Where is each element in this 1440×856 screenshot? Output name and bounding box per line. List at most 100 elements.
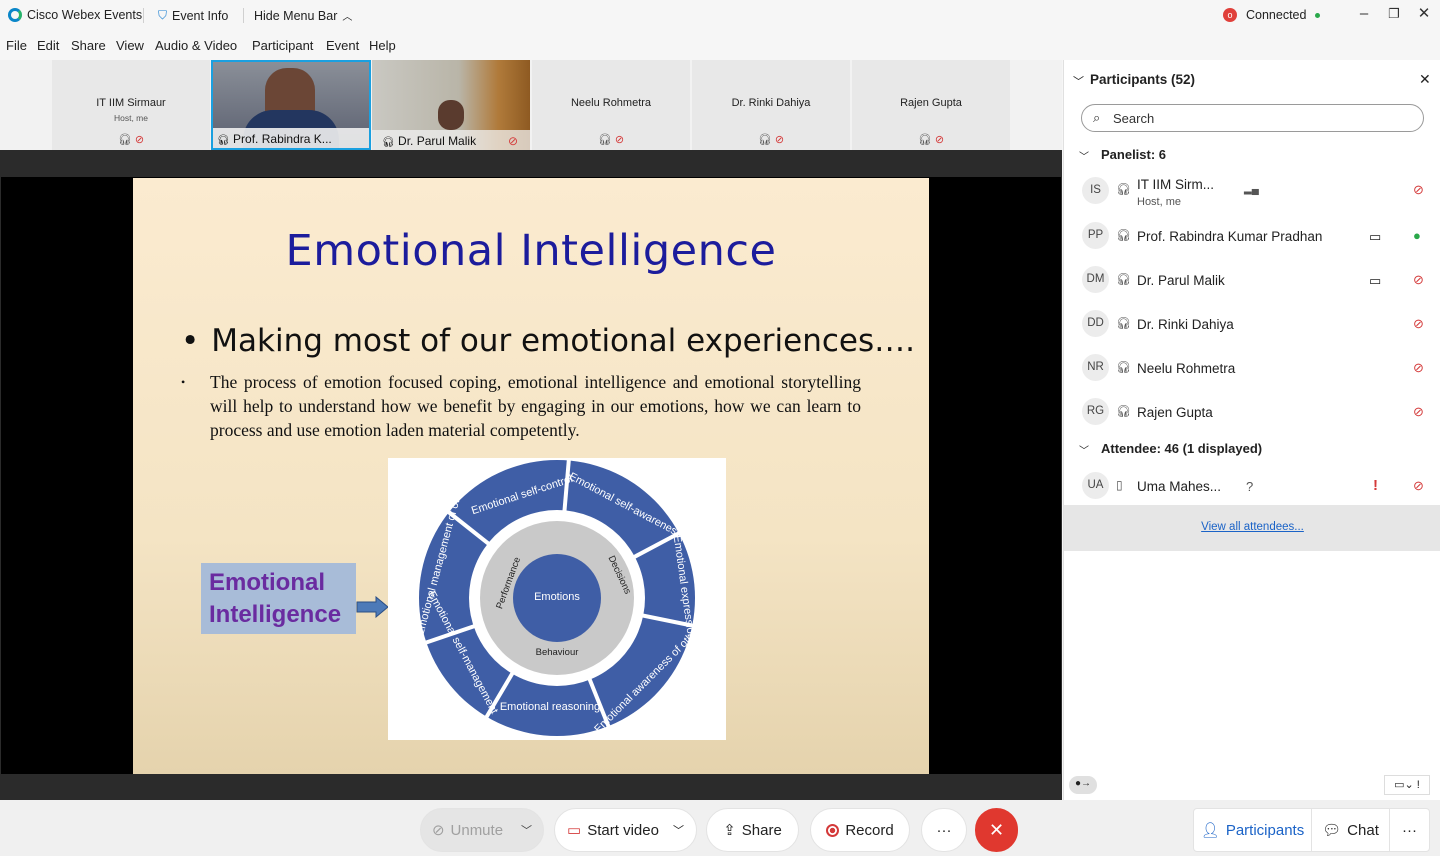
menu-share[interactable]: Share — [71, 38, 106, 53]
chat-icon: 💬︎ — [1322, 822, 1342, 839]
share-label: Share — [741, 821, 782, 839]
participant-name: Prof. Rabindra Kumar Pradhan — [1137, 229, 1323, 244]
avatar: DM — [1082, 266, 1109, 293]
participant-name: Uma Mahes... — [1137, 479, 1222, 494]
chevron-up-icon: ︿ — [342, 12, 353, 23]
participant-row[interactable]: RG 🎧︎ Rajen Gupta ⊘ — [1064, 390, 1440, 434]
headset-icon: 🎧︎ — [757, 134, 772, 146]
attendee-row[interactable]: UA ▯ Uma Mahes... ? ! ⊘ — [1064, 464, 1440, 508]
event-info-button[interactable]: ⛉ Event Info — [158, 8, 228, 23]
more-icon: ··· — [1402, 821, 1417, 839]
avatar: NR — [1082, 354, 1109, 381]
toggle-icon[interactable]: ●→ — [1069, 776, 1097, 794]
presentation-slide: Emotional Intelligence • Making most of o… — [133, 178, 929, 774]
video-tile[interactable]: 🎧︎ Dr. Parul Malik ⊘ — [372, 60, 530, 150]
tile-name: Rajen Gupta — [900, 97, 962, 109]
muted-mic-icon[interactable]: ⊘ — [1413, 182, 1424, 198]
leave-meeting-button[interactable]: ✕ — [975, 808, 1018, 852]
participant-row[interactable]: DM 🎧︎ Dr. Parul Malik ▭ ⊘ — [1064, 258, 1440, 302]
bullet-1-text: Making most of our emotional experiences… — [211, 323, 915, 359]
video-tile[interactable]: IT IIM Sirmaur Host, me 🎧︎ ⊘ — [52, 60, 210, 150]
tile-name: Dr. Rinki Dahiya — [731, 97, 811, 109]
participants-panel-button[interactable]: 👤︎ Participants — [1193, 808, 1312, 852]
menu-event[interactable]: Event — [326, 38, 359, 53]
record-button[interactable]: Record — [810, 808, 910, 852]
start-video-button[interactable]: ▭ Start video ﹀ — [554, 808, 697, 852]
hide-menu-bar-button[interactable]: Hide Menu Bar ︿ — [254, 8, 353, 24]
more-options-button[interactable]: ··· — [921, 808, 967, 852]
menu-edit[interactable]: Edit — [37, 38, 59, 53]
active-mic-icon[interactable]: ● — [1413, 228, 1421, 243]
arrow-right-icon — [356, 596, 389, 618]
panel-options-button[interactable]: ··· — [1389, 808, 1430, 852]
headset-icon: 🎧︎ — [217, 135, 230, 146]
diagram-inner-label: Behaviour — [536, 647, 579, 658]
connection-status[interactable]: o Connected — [1223, 8, 1321, 22]
tile-sub: Host, me — [113, 113, 148, 123]
headset-icon: 🎧︎ — [597, 134, 612, 146]
feedback-icon[interactable]: ▭⌄ ! — [1384, 775, 1430, 795]
view-all-attendees-link[interactable]: View all attendees... — [1064, 505, 1440, 551]
chevron-down-icon: ﹀ — [672, 825, 684, 837]
bottom-control-bar: ⊘ Unmute ﹀ ▭ Start video ﹀ ⇪ Share Recor… — [0, 800, 1440, 856]
question-mark-icon: ? — [1246, 479, 1254, 494]
menu-file[interactable]: File — [6, 38, 27, 53]
mic-off-icon: ⊘ — [431, 822, 445, 839]
slide-bullet-1: • Making most of our emotional experience… — [181, 323, 915, 359]
participant-row[interactable]: IS 🎧︎ IT IIM Sirm... Host, me ▂▄ ⊘ — [1064, 170, 1440, 214]
muted-mic-icon[interactable]: ⊘ — [1413, 316, 1424, 332]
muted-mic-icon[interactable]: ⊘ — [1413, 360, 1424, 376]
start-video-label: Start video — [587, 821, 659, 839]
video-tile[interactable]: Rajen Gupta 🎧︎ ⊘ — [852, 60, 1010, 150]
app-title: Cisco Webex Events — [8, 8, 142, 22]
panelist-section-header[interactable]: Panelist: 6 — [1101, 147, 1166, 162]
record-label: Record — [845, 821, 894, 839]
muted-mic-icon[interactable]: ⊘ — [1413, 478, 1424, 494]
bullet-2-text: The process of emotion focused coping, e… — [210, 372, 861, 440]
participant-row[interactable]: NR 🎧︎ Neelu Rohmetra ⊘ — [1064, 346, 1440, 390]
avatar: IS — [1082, 177, 1109, 204]
minimize-icon[interactable]: – — [1351, 4, 1377, 24]
menu-help[interactable]: Help — [369, 38, 396, 53]
video-tile-active-speaker[interactable]: 🎧︎ Prof. Rabindra K... — [211, 60, 371, 150]
chevron-down-icon[interactable]: ﹀ — [1079, 148, 1089, 163]
diagram-segment: Emotional reasoning — [500, 701, 600, 713]
participants-label: Participants — [1225, 821, 1305, 839]
chat-button[interactable]: 💬︎ Chat — [1311, 808, 1390, 852]
menu-audio-video[interactable]: Audio & Video — [155, 38, 237, 53]
person-icon: 👤︎ — [1200, 822, 1220, 839]
share-button[interactable]: ⇪ Share — [706, 808, 799, 852]
more-icon: ··· — [936, 821, 952, 839]
video-strip: IT IIM Sirmaur Host, me 🎧︎ ⊘ 🎧︎ Prof. Ra… — [0, 60, 1062, 150]
chevron-down-icon: ﹀ — [521, 825, 533, 837]
search-input[interactable]: ⌕ Search — [1081, 104, 1424, 132]
search-icon: ⌕ — [1093, 110, 1101, 125]
signal-bars-icon: ▂▄ — [1244, 184, 1259, 195]
menu-view[interactable]: View — [116, 38, 144, 53]
headset-icon: 🎧︎ — [1116, 182, 1132, 196]
participant-row[interactable]: PP 🎧︎ Prof. Rabindra Kumar Pradhan ▭ ● — [1064, 214, 1440, 258]
video-tile[interactable]: Neelu Rohmetra 🎧︎ ⊘ — [532, 60, 690, 150]
chevron-down-icon[interactable]: ﹀ — [1073, 73, 1084, 89]
chat-label: Chat — [1347, 821, 1379, 839]
participant-name: Dr. Parul Malik — [1137, 273, 1225, 288]
muted-mic-icon[interactable]: ⊘ — [1413, 272, 1424, 288]
phone-icon: ▯ — [1116, 478, 1123, 492]
attendee-section-header[interactable]: Attendee: 46 (1 displayed) — [1101, 441, 1262, 456]
video-camera-icon: ▭ — [1369, 273, 1382, 288]
chevron-down-icon[interactable]: ﹀ — [1079, 442, 1089, 457]
participant-row[interactable]: DD 🎧︎ Dr. Rinki Dahiya ⊘ — [1064, 302, 1440, 346]
ei-cycle-diagram: Emotions Behaviour Performance Decisions… — [388, 457, 726, 741]
video-tile[interactable]: Dr. Rinki Dahiya 🎧︎ ⊘ — [692, 60, 850, 150]
menu-participant[interactable]: Participant — [252, 38, 313, 53]
headset-icon: 🎧︎ — [382, 137, 395, 148]
unmute-button[interactable]: ⊘ Unmute ﹀ — [420, 808, 544, 852]
app-name: Cisco Webex Events — [27, 8, 143, 22]
close-panel-icon[interactable]: ✕ — [1419, 71, 1431, 88]
muted-mic-icon[interactable]: ⊘ — [1413, 404, 1424, 420]
emotional-intelligence-box: Emotional Intelligence — [201, 563, 356, 634]
status-dot-icon — [1315, 12, 1321, 18]
close-window-icon[interactable]: ✕ — [1411, 4, 1437, 24]
webex-logo-icon — [8, 8, 22, 22]
maximize-icon[interactable]: ❐ — [1381, 4, 1407, 24]
